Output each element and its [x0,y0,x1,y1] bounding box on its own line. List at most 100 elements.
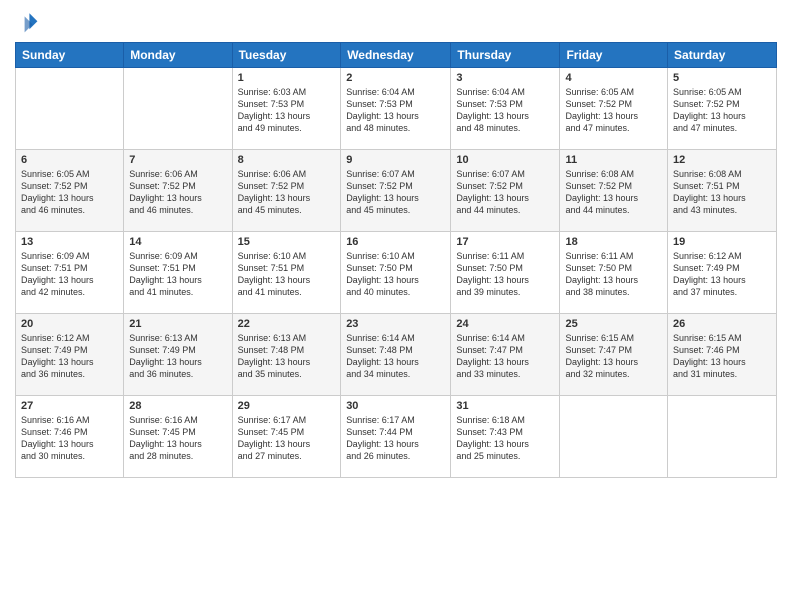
calendar-cell: 7Sunrise: 6:06 AM Sunset: 7:52 PM Daylig… [124,150,232,232]
day-info: Sunrise: 6:05 AM Sunset: 7:52 PM Dayligh… [565,86,662,135]
day-info: Sunrise: 6:05 AM Sunset: 7:52 PM Dayligh… [673,86,771,135]
calendar-cell: 11Sunrise: 6:08 AM Sunset: 7:52 PM Dayli… [560,150,668,232]
calendar-cell: 24 Sunrise: 6:14 AM Sunset: 7:47 PM Dayli… [451,314,560,396]
day-info: Sunrise: 6:03 AM Sunset: 7:53 PM Dayligh… [238,86,336,135]
day-number: 3 [456,72,554,84]
column-header-sunday: Sunday [16,43,124,68]
day-number: 21 [129,318,226,330]
logo-icon [15,10,39,34]
day-number: 6 [21,154,118,166]
day-number: 27 [21,400,118,412]
day-number: 31 [456,400,554,412]
day-number: 20 [21,318,118,330]
day-number: 10 [456,154,554,166]
day-number: 29 [238,400,336,412]
day-info: Sunrise: 6:14 AM Sunset: 7:47 PM Dayligh… [456,332,554,381]
day-info: Sunrise: 6:14 AM Sunset: 7:48 PM Dayligh… [346,332,445,381]
calendar-cell: 16 Sunrise: 6:10 AM Sunset: 7:50 PM Dayli… [341,232,451,314]
calendar-cell: 12 Sunrise: 6:08 AM Sunset: 7:51 PM Dayli… [668,150,777,232]
day-info: Sunrise: 6:13 AM Sunset: 7:48 PM Dayligh… [238,332,336,381]
column-header-monday: Monday [124,43,232,68]
calendar-cell: 30Sunrise: 6:17 AM Sunset: 7:44 PM Dayli… [341,396,451,478]
calendar-cell: 26 Sunrise: 6:15 AM Sunset: 7:46 PM Dayli… [668,314,777,396]
calendar-cell: 4 Sunrise: 6:05 AM Sunset: 7:52 PM Daylig… [560,68,668,150]
day-info: Sunrise: 6:11 AM Sunset: 7:50 PM Dayligh… [565,250,662,299]
day-info: Sunrise: 6:10 AM Sunset: 7:50 PM Dayligh… [346,250,445,299]
day-info: Sunrise: 6:12 AM Sunset: 7:49 PM Dayligh… [21,332,118,381]
week-row-2: 6 Sunrise: 6:05 AM Sunset: 7:52 PM Daylig… [16,150,777,232]
day-info: Sunrise: 6:17 AM Sunset: 7:45 PM Dayligh… [238,414,336,463]
day-info: Sunrise: 6:12 AM Sunset: 7:49 PM Dayligh… [673,250,771,299]
page: SundayMondayTuesdayWednesdayThursdayFrid… [0,0,792,612]
calendar-cell: 3 Sunrise: 6:04 AM Sunset: 7:53 PM Daylig… [451,68,560,150]
day-info: Sunrise: 6:05 AM Sunset: 7:52 PM Dayligh… [21,168,118,217]
day-info: Sunrise: 6:04 AM Sunset: 7:53 PM Dayligh… [456,86,554,135]
day-number: 19 [673,236,771,248]
header [15,10,777,34]
column-header-saturday: Saturday [668,43,777,68]
day-info: Sunrise: 6:18 AM Sunset: 7:43 PM Dayligh… [456,414,554,463]
day-number: 12 [673,154,771,166]
calendar-cell [16,68,124,150]
calendar-cell: 18 Sunrise: 6:11 AM Sunset: 7:50 PM Dayli… [560,232,668,314]
column-header-thursday: Thursday [451,43,560,68]
day-info: Sunrise: 6:15 AM Sunset: 7:47 PM Dayligh… [565,332,662,381]
calendar-cell: 23 Sunrise: 6:14 AM Sunset: 7:48 PM Dayli… [341,314,451,396]
day-info: Sunrise: 6:08 AM Sunset: 7:52 PM Dayligh… [565,168,662,217]
day-info: Sunrise: 6:11 AM Sunset: 7:50 PM Dayligh… [456,250,554,299]
day-number: 9 [346,154,445,166]
week-row-5: 27 Sunrise: 6:16 AM Sunset: 7:46 PM Dayli… [16,396,777,478]
day-number: 13 [21,236,118,248]
day-number: 8 [238,154,336,166]
day-info: Sunrise: 6:13 AM Sunset: 7:49 PM Dayligh… [129,332,226,381]
calendar-cell: 28Sunrise: 6:16 AM Sunset: 7:45 PM Dayli… [124,396,232,478]
day-info: Sunrise: 6:09 AM Sunset: 7:51 PM Dayligh… [129,250,226,299]
day-info: Sunrise: 6:07 AM Sunset: 7:52 PM Dayligh… [456,168,554,217]
calendar-cell: 8 Sunrise: 6:06 AM Sunset: 7:52 PM Daylig… [232,150,341,232]
column-header-wednesday: Wednesday [341,43,451,68]
day-number: 5 [673,72,771,84]
calendar-table: SundayMondayTuesdayWednesdayThursdayFrid… [15,42,777,478]
day-info: Sunrise: 6:06 AM Sunset: 7:52 PM Dayligh… [129,168,226,217]
day-number: 24 [456,318,554,330]
day-number: 23 [346,318,445,330]
day-number: 14 [129,236,226,248]
day-number: 26 [673,318,771,330]
week-row-4: 20 Sunrise: 6:12 AM Sunset: 7:49 PM Dayli… [16,314,777,396]
calendar-cell: 19 Sunrise: 6:12 AM Sunset: 7:49 PM Dayli… [668,232,777,314]
calendar-cell: 20 Sunrise: 6:12 AM Sunset: 7:49 PM Dayli… [16,314,124,396]
column-header-friday: Friday [560,43,668,68]
day-info: Sunrise: 6:16 AM Sunset: 7:46 PM Dayligh… [21,414,118,463]
header-row: SundayMondayTuesdayWednesdayThursdayFrid… [16,43,777,68]
day-number: 18 [565,236,662,248]
day-info: Sunrise: 6:04 AM Sunset: 7:53 PM Dayligh… [346,86,445,135]
day-number: 15 [238,236,336,248]
calendar-cell: 15 Sunrise: 6:10 AM Sunset: 7:51 PM Dayli… [232,232,341,314]
calendar-cell: 22 Sunrise: 6:13 AM Sunset: 7:48 PM Dayli… [232,314,341,396]
calendar-cell [560,396,668,478]
calendar-cell: 31 Sunrise: 6:18 AM Sunset: 7:43 PM Dayli… [451,396,560,478]
calendar-cell [668,396,777,478]
day-number: 28 [129,400,226,412]
day-number: 22 [238,318,336,330]
calendar-cell: 25Sunrise: 6:15 AM Sunset: 7:47 PM Dayli… [560,314,668,396]
logo [15,10,43,34]
day-info: Sunrise: 6:09 AM Sunset: 7:51 PM Dayligh… [21,250,118,299]
day-number: 4 [565,72,662,84]
day-info: Sunrise: 6:15 AM Sunset: 7:46 PM Dayligh… [673,332,771,381]
calendar-cell: 13 Sunrise: 6:09 AM Sunset: 7:51 PM Dayli… [16,232,124,314]
day-info: Sunrise: 6:10 AM Sunset: 7:51 PM Dayligh… [238,250,336,299]
calendar-cell: 10 Sunrise: 6:07 AM Sunset: 7:52 PM Dayli… [451,150,560,232]
calendar-cell: 6 Sunrise: 6:05 AM Sunset: 7:52 PM Daylig… [16,150,124,232]
day-info: Sunrise: 6:08 AM Sunset: 7:51 PM Dayligh… [673,168,771,217]
calendar-cell: 21 Sunrise: 6:13 AM Sunset: 7:49 PM Dayli… [124,314,232,396]
calendar-cell [124,68,232,150]
day-info: Sunrise: 6:06 AM Sunset: 7:52 PM Dayligh… [238,168,336,217]
calendar-cell: 2Sunrise: 6:04 AM Sunset: 7:53 PM Daylig… [341,68,451,150]
calendar-cell: 17Sunrise: 6:11 AM Sunset: 7:50 PM Dayli… [451,232,560,314]
column-header-tuesday: Tuesday [232,43,341,68]
calendar-cell: 27 Sunrise: 6:16 AM Sunset: 7:46 PM Dayli… [16,396,124,478]
day-number: 16 [346,236,445,248]
calendar-cell: 29 Sunrise: 6:17 AM Sunset: 7:45 PM Dayli… [232,396,341,478]
day-number: 30 [346,400,445,412]
